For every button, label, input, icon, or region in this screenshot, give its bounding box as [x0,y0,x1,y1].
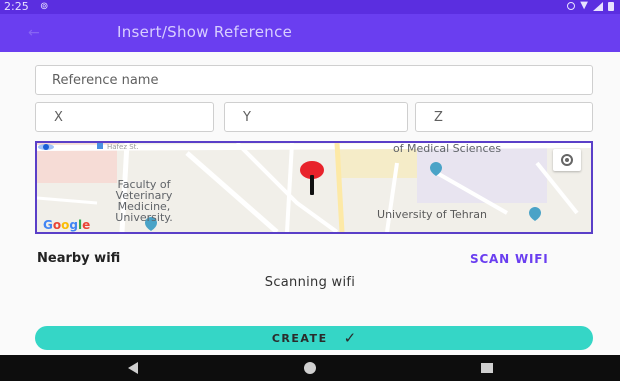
location-icon [567,2,576,10]
x-input[interactable] [36,103,213,131]
map-place-label-medical: of Medical Sciences [392,142,502,155]
app-bar: ← Insert/Show Reference [0,14,620,52]
scan-wifi-button[interactable]: SCAN WIFI [470,252,549,266]
google-logo: Google [43,218,91,232]
wifi-icon: ▼ [580,0,588,11]
system-nav-bar [0,355,620,381]
home-icon[interactable] [304,362,316,374]
z-field[interactable] [415,102,593,132]
map-view[interactable]: Hafez St. Faculty of Veterinary Medicine… [35,141,593,234]
pin-stick [310,175,314,195]
my-location-button[interactable] [553,149,581,171]
battery-icon [608,1,614,11]
recents-icon[interactable] [481,363,493,373]
create-button-label: CREATE [271,331,328,345]
checkmark-icon: ✓ [343,328,357,347]
map-marker-pin-icon[interactable] [300,161,324,195]
y-input[interactable] [225,103,407,131]
reference-name-input[interactable] [36,66,592,94]
back-icon[interactable] [128,362,138,374]
x-field[interactable] [35,102,214,132]
sync-icon: ⊚ [40,1,49,12]
reference-name-field[interactable] [35,65,593,95]
signal-icon [593,1,603,11]
my-location-icon [38,144,54,150]
page-title: Insert/Show Reference [117,23,293,41]
map-street-label: Hafez St. [107,143,139,151]
status-bar: 2:25 ⊚ ▼ [0,0,620,14]
scanning-status-text: Scanning wifi [264,275,356,290]
map-place-label-tehran: University of Tehran [377,208,487,221]
app-screen: 2:25 ⊚ ▼ ← Insert/Show Reference Referen… [0,0,620,381]
back-arrow-icon[interactable]: ← [28,26,50,40]
nearby-wifi-label: Nearby wifi [37,251,121,266]
y-field[interactable] [224,102,408,132]
create-button[interactable]: CREATE ✓ [35,326,593,350]
map-place-label-faculty: Faculty of Veterinary Medicine, Universi… [115,178,173,224]
z-input[interactable] [416,103,592,131]
status-time: 2:25 [4,0,29,13]
system-icons: ▼ [567,1,614,11]
